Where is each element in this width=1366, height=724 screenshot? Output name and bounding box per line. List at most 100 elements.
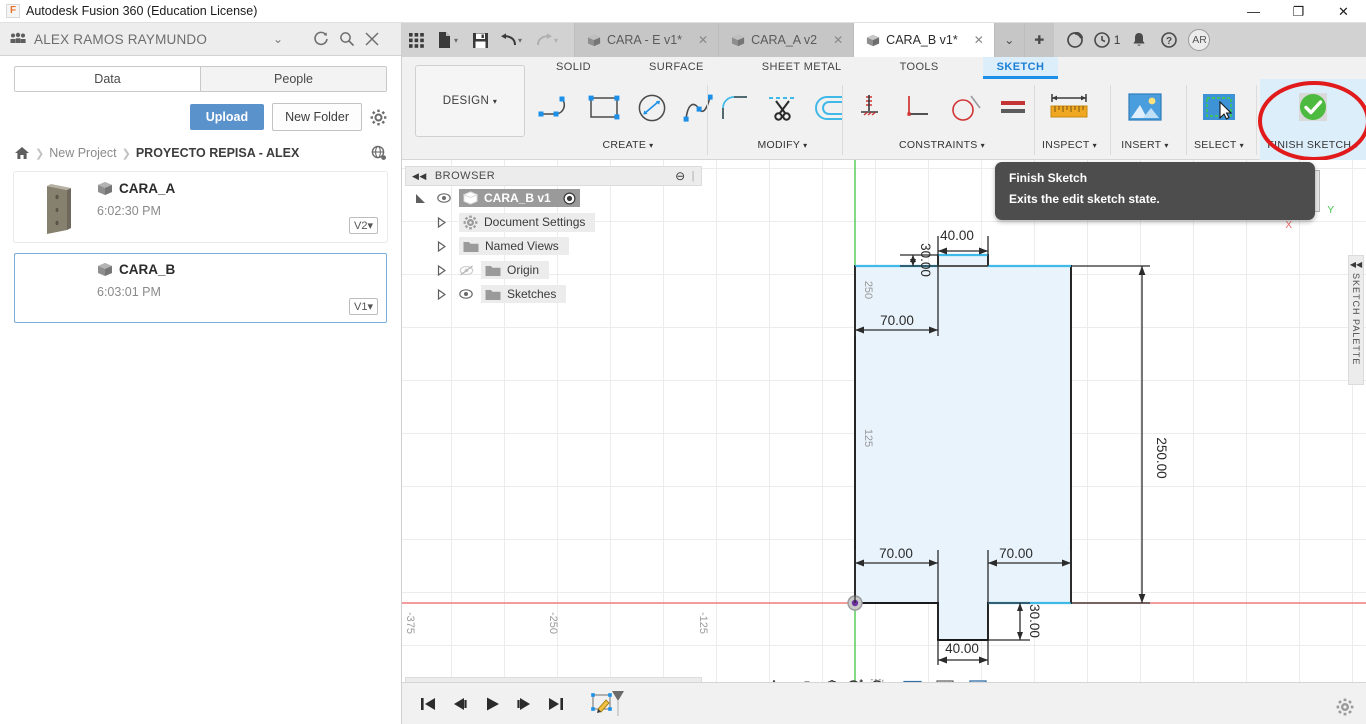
breadcrumb-current-project[interactable]: PROYECTO REPISA - ALEX: [136, 146, 299, 160]
ribbon-group-constraints-label[interactable]: CONSTRAINTS ▾: [899, 137, 985, 153]
rectangle-icon[interactable]: [581, 79, 628, 137]
tab-people[interactable]: People: [200, 67, 386, 91]
maximize-button[interactable]: ❐: [1276, 0, 1321, 23]
search-icon[interactable]: [339, 31, 365, 47]
help-icon[interactable]: ?: [1154, 23, 1184, 57]
recent-activity-icon[interactable]: [1090, 23, 1114, 57]
redo-caret[interactable]: ▾: [554, 23, 566, 57]
tab-solid[interactable]: SOLID: [542, 57, 605, 76]
notification-bell-icon[interactable]: [1124, 23, 1154, 57]
data-panel-gear-icon[interactable]: [370, 109, 387, 126]
timeline-go-to-end-button[interactable]: [542, 690, 570, 718]
ribbon-group-create-label[interactable]: CREATE ▾: [603, 137, 654, 153]
document-tab-close-icon[interactable]: ✕: [974, 33, 984, 47]
line-icon[interactable]: [534, 79, 581, 137]
tab-surface[interactable]: SURFACE: [635, 57, 718, 76]
ribbon-group-modify-label[interactable]: MODIFY ▾: [758, 137, 808, 153]
active-component-radio-icon[interactable]: [563, 191, 576, 205]
document-tab[interactable]: CARA_A v2 ✕: [718, 23, 854, 57]
tree-node-label[interactable]: Origin: [481, 261, 550, 279]
timeline-step-forward-button[interactable]: [510, 690, 538, 718]
upload-button[interactable]: Upload: [189, 104, 265, 130]
ribbon-group-select-label[interactable]: SELECT ▾: [1194, 137, 1244, 153]
tangent-icon[interactable]: [942, 79, 989, 137]
tab-tools[interactable]: TOOLS: [886, 57, 953, 76]
breadcrumb-new-project[interactable]: New Project: [49, 146, 116, 160]
svg-text:?: ?: [1166, 36, 1172, 47]
ribbon-group-inspect-label[interactable]: INSPECT ▾: [1042, 137, 1097, 153]
hub-name[interactable]: ALEX RAMOS RAYMUNDO: [34, 32, 267, 47]
tree-node-named-views[interactable]: Named Views: [405, 234, 702, 258]
document-tab-close-icon[interactable]: ✕: [698, 33, 708, 47]
visibility-eye-hidden-icon[interactable]: [459, 264, 481, 276]
folder-icon: [485, 288, 501, 301]
tab-data[interactable]: Data: [15, 67, 200, 91]
sketch-feature-icon[interactable]: [588, 690, 628, 718]
new-tab-button[interactable]: ✚: [1023, 23, 1054, 57]
timeline-step-back-button[interactable]: [446, 690, 474, 718]
document-tab-close-icon[interactable]: ✕: [833, 33, 843, 47]
offset-icon[interactable]: [806, 79, 853, 137]
circle-diameter-icon[interactable]: [628, 79, 675, 137]
equal-icon[interactable]: [989, 79, 1036, 137]
hub-dropdown-caret[interactable]: ⌄: [267, 32, 289, 46]
tree-node-label[interactable]: Document Settings: [459, 212, 596, 232]
tooltip-body: Exits the edit sketch state.: [1009, 192, 1160, 206]
perpendicular-icon[interactable]: [895, 79, 942, 137]
timeline-go-to-beginning-button[interactable]: [414, 690, 442, 718]
collapse-palette-icon[interactable]: ◀◀: [1350, 260, 1362, 269]
tree-node-root-label[interactable]: CARA_B v1: [459, 189, 580, 207]
expand-arrow-icon[interactable]: [415, 193, 437, 204]
visibility-eye-icon[interactable]: [459, 289, 481, 299]
expand-arrow-icon[interactable]: [437, 264, 459, 276]
document-tab-active[interactable]: CARA_B v1* ✕: [853, 23, 994, 57]
new-document-caret[interactable]: ▾: [454, 23, 466, 57]
browser-minus-icon[interactable]: ⊖: [675, 169, 686, 183]
select-window-icon[interactable]: [1192, 79, 1246, 137]
settings-gear-icon[interactable]: [1336, 698, 1354, 716]
ribbon-group-insert-label[interactable]: INSERT ▾: [1121, 137, 1168, 153]
undo-caret[interactable]: ▾: [518, 23, 530, 57]
close-panel-icon[interactable]: [365, 32, 391, 46]
timeline-play-button[interactable]: [478, 690, 506, 718]
new-folder-button[interactable]: New Folder: [272, 103, 362, 131]
tree-node-label[interactable]: Sketches: [481, 285, 567, 303]
workspace-selector[interactable]: DESIGN ▾: [415, 65, 525, 137]
expand-arrow-icon[interactable]: [437, 216, 459, 228]
avatar[interactable]: AR: [1188, 29, 1211, 51]
version-badge[interactable]: V1▾: [349, 298, 378, 315]
collapse-browser-icon[interactable]: ◀◀: [412, 171, 427, 182]
document-tab[interactable]: CARA - E v1* ✕: [574, 23, 719, 57]
list-item[interactable]: CARA_A 6:02:30 PM V2▾: [14, 172, 387, 242]
save-icon[interactable]: [466, 23, 494, 57]
fix-ground-icon[interactable]: [848, 79, 895, 137]
list-item[interactable]: CARA_B 6:03:01 PM V1▾: [14, 253, 387, 323]
sketch-palette-tab[interactable]: ◀◀ SKETCH PALETTE: [1348, 255, 1364, 385]
version-badge[interactable]: V2▾: [349, 217, 378, 234]
tree-node-document-settings[interactable]: Document Settings: [405, 210, 702, 234]
job-status-icon[interactable]: [1060, 23, 1090, 57]
globe-icon[interactable]: [371, 145, 387, 161]
tab-sketch[interactable]: SKETCH: [982, 57, 1059, 79]
tree-node-sketches[interactable]: Sketches: [405, 282, 702, 306]
expand-arrow-icon[interactable]: [437, 240, 459, 252]
refresh-icon[interactable]: [313, 31, 339, 47]
file-name: CARA_A: [119, 181, 176, 196]
visibility-eye-icon[interactable]: [437, 193, 459, 203]
insert-image-icon[interactable]: [1118, 79, 1172, 137]
sketch-canvas[interactable]: 40.00 30.00 70.00 250.00 70.00 70.00 30.…: [402, 160, 1366, 705]
tree-node-root[interactable]: CARA_B v1: [405, 186, 702, 210]
tab-sheet-metal[interactable]: SHEET METAL: [748, 57, 856, 76]
tab-overflow-caret[interactable]: ⌄: [993, 23, 1024, 57]
tree-node-origin[interactable]: Origin: [405, 258, 702, 282]
close-button[interactable]: ✕: [1321, 0, 1366, 23]
app-grid-icon[interactable]: [402, 23, 430, 57]
expand-arrow-icon[interactable]: [437, 288, 459, 300]
component-icon: [97, 262, 113, 277]
trim-scissors-icon[interactable]: [759, 79, 806, 137]
home-icon[interactable]: [14, 146, 30, 160]
minimize-button[interactable]: —: [1231, 0, 1276, 23]
tree-node-label[interactable]: Named Views: [459, 237, 569, 255]
measure-icon[interactable]: [1042, 79, 1096, 137]
fillet-icon[interactable]: [712, 79, 759, 137]
